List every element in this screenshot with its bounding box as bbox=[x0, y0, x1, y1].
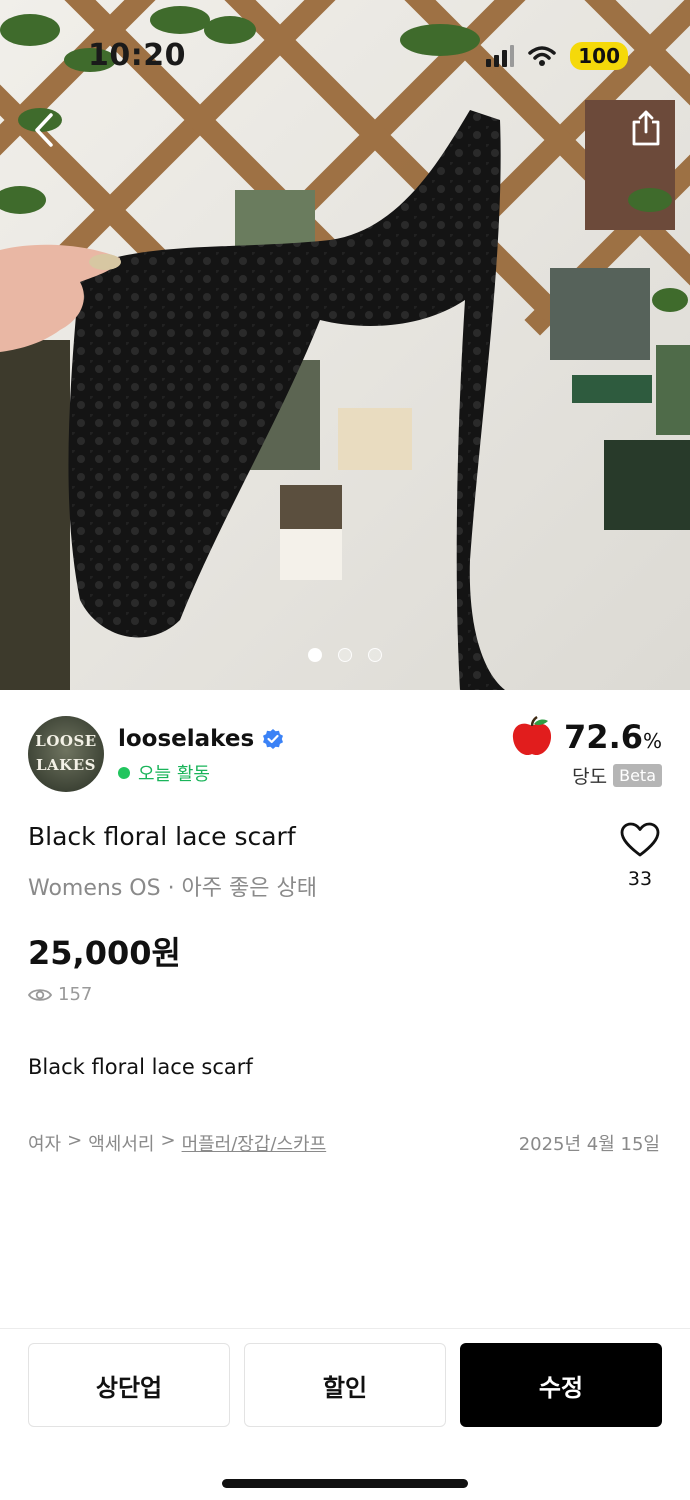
share-icon bbox=[632, 110, 660, 146]
seller-name-text: looselakes bbox=[118, 726, 255, 752]
product-photo bbox=[0, 0, 690, 690]
status-indicators: 100 bbox=[486, 42, 628, 70]
like-count: 33 bbox=[627, 868, 653, 890]
view-count: 157 bbox=[28, 984, 92, 1005]
seller-name[interactable]: looselakes bbox=[118, 726, 284, 752]
breadcrumb-separator: > bbox=[160, 1130, 176, 1151]
status-time: 10:20 bbox=[88, 38, 186, 73]
back-arrow-icon bbox=[35, 113, 53, 147]
breadcrumb-separator: > bbox=[67, 1130, 83, 1151]
product-price: 25,000원 bbox=[28, 934, 181, 972]
back-button[interactable] bbox=[14, 100, 74, 160]
seller-row[interactable]: LOOSE LAKES looselakes 오늘 활동 72.6% 당도 Be… bbox=[28, 716, 662, 796]
carousel-dot[interactable] bbox=[368, 648, 382, 662]
battery-indicator: 100 bbox=[570, 42, 628, 70]
avatar-text-bottom: LAKES bbox=[36, 756, 96, 774]
trust-label-row: 당도 Beta bbox=[510, 762, 662, 789]
discount-button[interactable]: 할인 bbox=[244, 1343, 446, 1427]
bump-button[interactable]: 상단업 bbox=[28, 1343, 230, 1427]
activity-status: 오늘 활동 bbox=[118, 760, 210, 786]
view-count-text: 157 bbox=[58, 984, 93, 1005]
apple-icon bbox=[512, 716, 552, 756]
product-image-carousel[interactable]: 10:20 100 bbox=[0, 0, 690, 690]
signal-icon bbox=[486, 45, 515, 67]
home-indicator[interactable] bbox=[222, 1479, 468, 1488]
product-size-condition: Womens OS · 아주 좋은 상태 bbox=[28, 876, 317, 901]
breadcrumb-level2[interactable]: 액세서리 bbox=[88, 1130, 154, 1156]
breadcrumb-level3-link[interactable]: 머플러/장갑/스카프 bbox=[182, 1130, 327, 1156]
product-title: Black floral lace scarf bbox=[28, 822, 296, 851]
carousel-dot[interactable] bbox=[308, 648, 322, 662]
breadcrumb: 여자 > 액세서리 > 머플러/장갑/스카프 bbox=[28, 1130, 326, 1156]
eye-icon bbox=[28, 988, 52, 1001]
product-description: Black floral lace scarf bbox=[28, 1055, 253, 1079]
beta-badge: Beta bbox=[613, 764, 662, 787]
breadcrumb-level1[interactable]: 여자 bbox=[28, 1130, 61, 1156]
trust-score[interactable]: 72.6% 당도 Beta bbox=[510, 716, 662, 789]
trust-score-value-row: 72.6% bbox=[510, 716, 662, 758]
avatar[interactable]: LOOSE LAKES bbox=[28, 716, 104, 792]
like-button[interactable]: 33 bbox=[618, 822, 662, 890]
bottom-action-bar: 상단업 할인 수정 bbox=[0, 1328, 690, 1500]
carousel-pagination bbox=[0, 648, 690, 662]
activity-text: 오늘 활동 bbox=[138, 764, 210, 785]
share-button[interactable] bbox=[616, 98, 676, 158]
avatar-text-top: LOOSE bbox=[35, 732, 97, 750]
edit-button[interactable]: 수정 bbox=[460, 1343, 662, 1427]
listing-date: 2025년 4월 15일 bbox=[518, 1134, 660, 1155]
activity-dot bbox=[118, 767, 130, 779]
trust-label: 당도 bbox=[572, 766, 608, 788]
heart-icon bbox=[620, 822, 660, 857]
trust-unit: % bbox=[642, 729, 662, 753]
trust-value: 72.6 bbox=[564, 718, 643, 756]
verified-check-icon bbox=[263, 729, 284, 749]
product-detail-screen: 10:20 100 LOOSE LAKES looselakes 오늘 활동 7… bbox=[0, 0, 690, 1500]
carousel-dot[interactable] bbox=[338, 648, 352, 662]
wifi-icon bbox=[528, 46, 556, 66]
